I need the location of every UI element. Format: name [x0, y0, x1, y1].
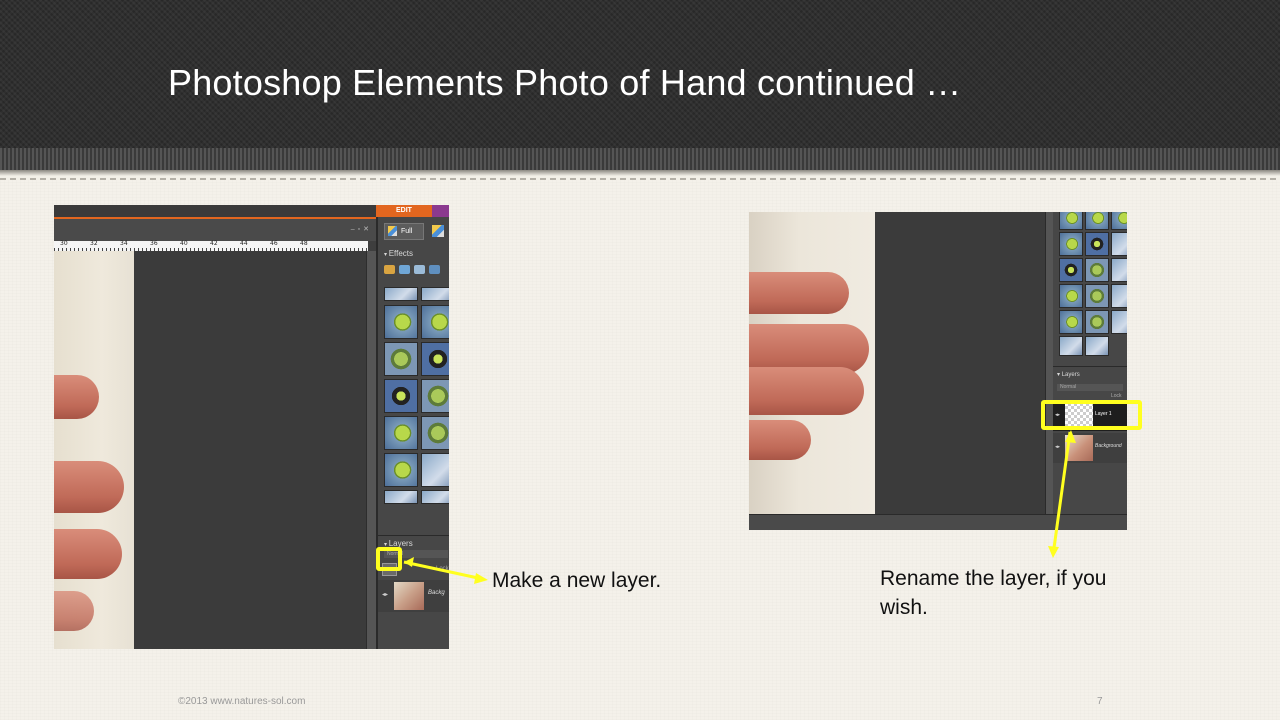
- document-bar: –▫✕: [54, 219, 376, 241]
- effect-thumb[interactable]: [384, 305, 418, 339]
- layer-name[interactable]: Backg: [428, 590, 445, 596]
- layer-styles-icon[interactable]: [429, 265, 440, 274]
- slide-title: Photoshop Elements Photo of Hand continu…: [168, 62, 962, 103]
- layer-thumbnail: [394, 582, 424, 610]
- effect-thumb[interactable]: [1085, 258, 1109, 282]
- effect-thumb[interactable]: [1085, 310, 1109, 334]
- effect-thumb[interactable]: [1085, 284, 1109, 308]
- effect-thumb[interactable]: [421, 453, 449, 487]
- blend-mode-select[interactable]: Normal: [1057, 384, 1123, 391]
- ruler-mark: 44: [240, 240, 248, 247]
- menu-bar: [54, 205, 376, 219]
- layers-header[interactable]: Layers: [1057, 371, 1080, 378]
- styles-icon[interactable]: [399, 265, 410, 274]
- caption-rename-layer: Rename the layer, if you wish.: [880, 567, 1107, 619]
- layer1-highlight: [1041, 400, 1142, 430]
- layer-row-background[interactable]: ◂▸ Background: [1053, 433, 1127, 463]
- ruler-mark: 40: [180, 240, 188, 247]
- status-bar: [749, 514, 1127, 530]
- effect-thumb[interactable]: [1059, 336, 1083, 356]
- layer-row-background[interactable]: ◂▸ Backg: [378, 580, 449, 612]
- effect-thumb[interactable]: [384, 342, 418, 376]
- effect-thumb[interactable]: [421, 416, 449, 450]
- side-panel: Full Effects Layers Normal Lock: [376, 217, 449, 649]
- effect-thumb[interactable]: [384, 287, 418, 301]
- ruler-mark: 42: [210, 240, 218, 247]
- ruler-mark: 30: [60, 240, 68, 247]
- effects-header[interactable]: Effects: [384, 249, 413, 258]
- full-button-label: Full: [401, 228, 413, 235]
- effect-thumb[interactable]: [1059, 258, 1083, 282]
- pencil-icon: [388, 226, 397, 236]
- screenshot-layers-panel: Layers Normal Lock ◂▸ Layer 1 ◂▸ Backgro…: [749, 212, 1127, 530]
- canvas-area[interactable]: [134, 251, 366, 649]
- eye-icon[interactable]: ◂▸: [382, 591, 388, 598]
- effect-thumb[interactable]: [1085, 212, 1109, 230]
- tab-create[interactable]: [432, 205, 449, 217]
- effect-thumb[interactable]: [1059, 212, 1083, 230]
- effect-thumb[interactable]: [1111, 232, 1127, 256]
- effect-thumb[interactable]: [1111, 310, 1127, 334]
- eye-icon[interactable]: ◂▸: [1055, 444, 1060, 450]
- effect-thumb[interactable]: [421, 342, 449, 376]
- effect-thumb[interactable]: [384, 379, 418, 413]
- effect-thumb[interactable]: [384, 416, 418, 450]
- layer-name[interactable]: Background: [1095, 443, 1122, 449]
- effect-thumb[interactable]: [1059, 284, 1083, 308]
- effect-thumb[interactable]: [1085, 336, 1109, 356]
- tab-edit[interactable]: EDIT: [376, 205, 432, 217]
- hand-photo: [54, 251, 134, 649]
- effect-thumb[interactable]: [421, 287, 449, 301]
- canvas-area[interactable]: [875, 212, 1045, 514]
- full-edit-button[interactable]: Full: [384, 223, 424, 240]
- effect-thumb[interactable]: [421, 379, 449, 413]
- lock-label: Lock: [436, 566, 449, 572]
- effect-thumb[interactable]: [1059, 232, 1083, 256]
- ruler-mark: 36: [150, 240, 158, 247]
- page-number: 7: [1097, 696, 1103, 707]
- ruler-mark: 34: [120, 240, 128, 247]
- effects-icon-row: [384, 265, 449, 275]
- effect-thumb[interactable]: [384, 490, 418, 504]
- quick-edit-icon[interactable]: [432, 225, 444, 237]
- hand-photo: [749, 212, 875, 514]
- caption-make-new-layer: Make a new layer.: [492, 569, 662, 592]
- ruler-mark: 48: [300, 240, 308, 247]
- filter-icon[interactable]: [384, 265, 395, 274]
- effect-thumb[interactable]: [1111, 258, 1127, 282]
- new-layer-highlight: [376, 547, 402, 571]
- effect-thumb[interactable]: [384, 453, 418, 487]
- screenshot-edit-workspace: EDIT –▫✕ 30 32 34 36 40 42 44 46 48 Full…: [54, 205, 449, 649]
- layer-thumbnail: [1065, 435, 1093, 461]
- lock-label: Lock: [1111, 393, 1122, 399]
- stitch-line: [0, 178, 1280, 180]
- effect-thumb[interactable]: [1111, 212, 1127, 230]
- window-controls[interactable]: –▫✕: [351, 225, 372, 233]
- photo-effects-icon[interactable]: [414, 265, 425, 274]
- ruler-mark: 46: [270, 240, 278, 247]
- effect-thumb[interactable]: [421, 305, 449, 339]
- copyright-footer: ©2013 www.natures-sol.com: [178, 696, 306, 707]
- effect-thumb[interactable]: [1085, 232, 1109, 256]
- effect-thumb[interactable]: [1059, 310, 1083, 334]
- layers-panel: Layers Normal Lock ◂▸ Layer 1 ◂▸ Backgro…: [1053, 366, 1127, 515]
- ruler-mark: 32: [90, 240, 98, 247]
- effect-thumb[interactable]: [1111, 284, 1127, 308]
- stitch-border: [0, 148, 1280, 176]
- effect-thumb[interactable]: [421, 490, 449, 504]
